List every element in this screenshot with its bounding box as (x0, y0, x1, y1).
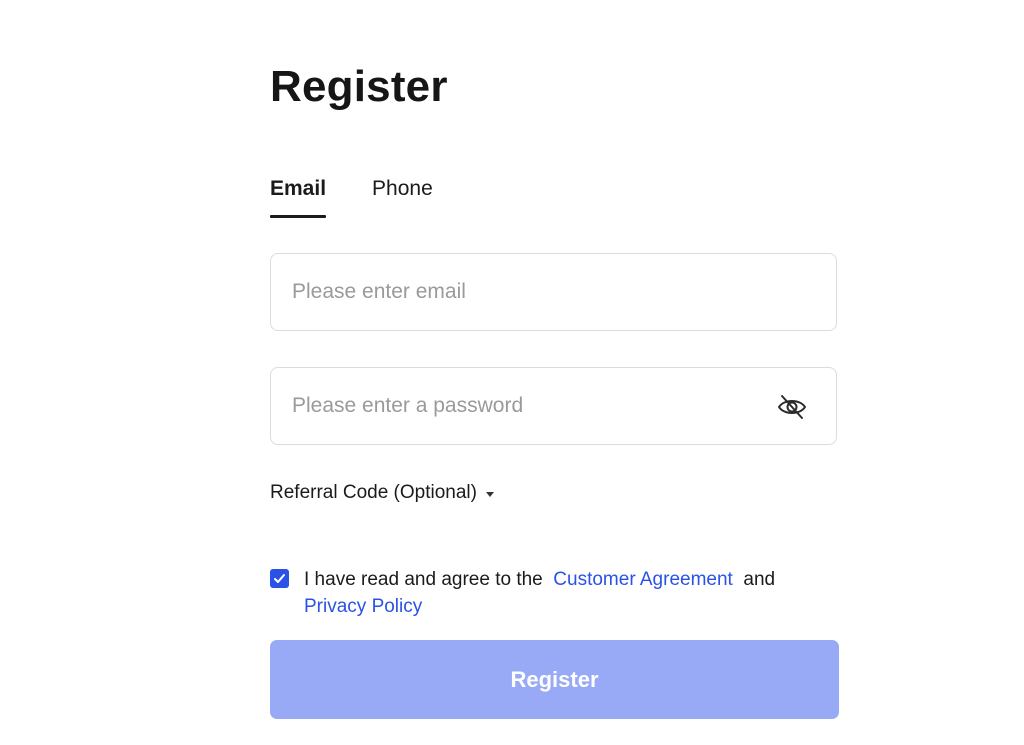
privacy-policy-link[interactable]: Privacy Policy (304, 596, 422, 617)
register-page: Register Email Phone Referral Code (Opti… (0, 0, 1024, 745)
agreement-and: and (743, 569, 776, 590)
tab-bar: Email Phone (270, 174, 433, 220)
referral-code-toggle[interactable]: Referral Code (Optional) (270, 482, 494, 504)
register-button[interactable]: Register (270, 640, 839, 719)
tab-phone[interactable]: Phone (372, 174, 433, 220)
tab-email[interactable]: Email (270, 174, 327, 220)
password-input[interactable] (292, 368, 762, 444)
referral-code-label: Referral Code (Optional) (270, 482, 477, 503)
caret-down-icon (485, 491, 494, 497)
eye-off-icon[interactable] (776, 391, 808, 423)
page-title: Register (270, 62, 448, 111)
email-field-container (270, 253, 837, 331)
agreement-text: I have read and agree to the Customer Ag… (304, 566, 824, 620)
email-input[interactable] (292, 254, 762, 330)
agreement-prefix: I have read and agree to the (304, 569, 543, 590)
customer-agreement-link[interactable]: Customer Agreement (553, 569, 733, 590)
password-field-container (270, 367, 837, 445)
agreement-checkbox[interactable] (270, 569, 289, 588)
